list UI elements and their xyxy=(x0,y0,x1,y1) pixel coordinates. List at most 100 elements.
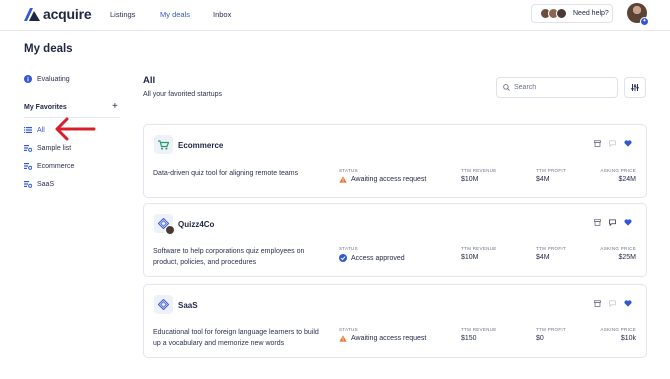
list-title: All xyxy=(143,75,156,86)
logo-icon xyxy=(24,7,40,21)
archive-icon[interactable] xyxy=(594,300,601,307)
heart-icon[interactable] xyxy=(624,219,632,226)
search-box[interactable] xyxy=(496,77,618,98)
status-value: Access approved xyxy=(351,254,405,262)
card-actions xyxy=(594,140,632,147)
favorites-heading: My Favorites xyxy=(24,104,67,111)
deal-name[interactable]: Ecommerce xyxy=(178,141,223,150)
filter-button[interactable] xyxy=(624,77,646,98)
support-avatars xyxy=(540,8,567,19)
ttm-revenue-value: $10M xyxy=(461,176,479,183)
owner-avatar xyxy=(165,225,175,235)
asking-price-label: ASKING PRICE xyxy=(600,327,636,332)
status-metric: STATUS Access approved xyxy=(339,246,405,262)
ttm-revenue-label: TTM REVENUE xyxy=(461,246,497,251)
brand-name: acquire xyxy=(43,6,92,22)
add-list-icon[interactable]: + xyxy=(112,101,118,112)
deal-description: Educational tool for foreign language le… xyxy=(153,329,319,347)
info-circle-icon xyxy=(24,75,32,83)
sidebar-item-evaluating[interactable]: Evaluating xyxy=(24,75,70,83)
asking-price-value: $10k xyxy=(620,335,636,342)
asking-price-value: $25M xyxy=(618,254,636,261)
ttm-revenue-metric: TTM REVENUE $10M xyxy=(461,168,497,183)
asking-price-metric: ASKING PRICE $25M xyxy=(600,246,636,261)
asking-price-metric: ASKING PRICE $10k xyxy=(600,327,636,342)
ttm-revenue-value: $150 xyxy=(461,335,477,342)
status-value: Awaiting access request xyxy=(351,176,427,183)
list-icon xyxy=(24,127,32,133)
deal-description: Software to help corporations quiz emplo… xyxy=(153,248,305,266)
need-help-label: Need help? xyxy=(573,10,609,17)
ttm-profit-metric: TTM PROFIT $4M xyxy=(536,168,566,183)
ttm-revenue-metric: TTM REVENUE $10M xyxy=(461,246,497,261)
ttm-profit-value: $4M xyxy=(536,176,550,183)
list-subtitle: All your favorited startups xyxy=(143,91,222,98)
asking-price-label: ASKING PRICE xyxy=(600,246,636,251)
status-metric: STATUS Awaiting access request xyxy=(339,327,426,342)
ttm-revenue-label: TTM REVENUE xyxy=(461,168,497,173)
status-label: STATUS xyxy=(339,327,358,332)
archive-icon[interactable] xyxy=(594,219,601,226)
annotation-arrow-icon xyxy=(55,117,96,141)
sidebar-item-ecommerce[interactable]: Ecommerce xyxy=(24,162,74,170)
company-logo-icon xyxy=(154,295,173,314)
status-label: STATUS xyxy=(339,246,358,251)
sidebar-item-sample-list[interactable]: Sample list xyxy=(24,144,71,152)
ttm-profit-value: $4M xyxy=(536,254,550,261)
ttm-profit-metric: TTM PROFIT $0 xyxy=(536,327,566,342)
acquire-logo[interactable]: acquire xyxy=(24,6,92,22)
asking-price-metric: ASKING PRICE $24M xyxy=(600,168,636,183)
heart-icon[interactable] xyxy=(624,140,632,147)
nav-inbox[interactable]: Inbox xyxy=(213,10,231,19)
search-icon xyxy=(503,84,510,91)
archive-icon[interactable] xyxy=(594,140,601,147)
sidebar-item-label: Ecommerce xyxy=(37,162,75,170)
need-help-button[interactable]: Need help? xyxy=(531,4,613,23)
asking-price-value: $24M xyxy=(618,176,636,183)
chat-icon[interactable] xyxy=(609,140,616,147)
deal-name[interactable]: SaaS xyxy=(178,301,198,310)
status-metric: STATUS Awaiting access request xyxy=(339,168,426,183)
card-actions xyxy=(594,300,632,307)
warning-icon xyxy=(339,335,347,342)
deal-name[interactable]: Quizz4Co xyxy=(178,220,214,229)
chat-icon[interactable] xyxy=(609,300,616,307)
sidebar-item-label: Sample list xyxy=(37,144,72,152)
search-input[interactable] xyxy=(514,84,614,91)
deal-card[interactable]: SaaS Educational tool for foreign langua… xyxy=(143,284,647,358)
status-value: Awaiting access request xyxy=(351,335,427,342)
deal-card[interactable]: Ecommerce Data-driven quiz tool for alig… xyxy=(143,124,647,198)
nav-listings[interactable]: Listings xyxy=(110,10,135,19)
ttm-revenue-metric: TTM REVENUE $150 xyxy=(461,327,497,342)
chat-icon[interactable] xyxy=(609,219,616,226)
check-circle-icon xyxy=(339,254,347,262)
asking-price-label: ASKING PRICE xyxy=(600,168,636,173)
ttm-profit-metric: TTM PROFIT $4M xyxy=(536,246,566,261)
page-title: My deals xyxy=(24,43,73,55)
ttm-revenue-value: $10M xyxy=(461,254,479,261)
ttm-profit-value: $0 xyxy=(536,335,544,342)
list-settings-icon xyxy=(24,181,32,188)
avatar xyxy=(556,8,567,19)
sidebar-item-label: Evaluating xyxy=(37,75,70,83)
status-label: STATUS xyxy=(339,168,358,173)
ttm-revenue-label: TTM REVENUE xyxy=(461,327,497,332)
list-settings-icon xyxy=(24,163,32,170)
sidebar-item-saas[interactable]: SaaS xyxy=(24,180,54,188)
list-settings-icon xyxy=(24,145,32,152)
cart-icon xyxy=(154,135,173,154)
company-logo-icon xyxy=(154,214,175,235)
card-actions xyxy=(594,219,632,226)
ttm-profit-label: TTM PROFIT xyxy=(536,168,566,173)
sidebar-item-all[interactable]: All xyxy=(24,126,45,134)
ttm-profit-label: TTM PROFIT xyxy=(536,327,566,332)
sidebar-item-label: All xyxy=(37,126,45,134)
nav-my-deals[interactable]: My deals xyxy=(160,10,190,19)
deal-card[interactable]: Quizz4Co Software to help corporations q… xyxy=(143,203,647,277)
warning-icon xyxy=(339,176,347,183)
top-navigation: acquire Listings My deals Inbox Need hel… xyxy=(0,0,670,31)
user-badge-icon: ✦ xyxy=(640,17,649,26)
ttm-profit-label: TTM PROFIT xyxy=(536,246,566,251)
filter-icon xyxy=(631,84,639,91)
heart-icon[interactable] xyxy=(624,300,632,307)
